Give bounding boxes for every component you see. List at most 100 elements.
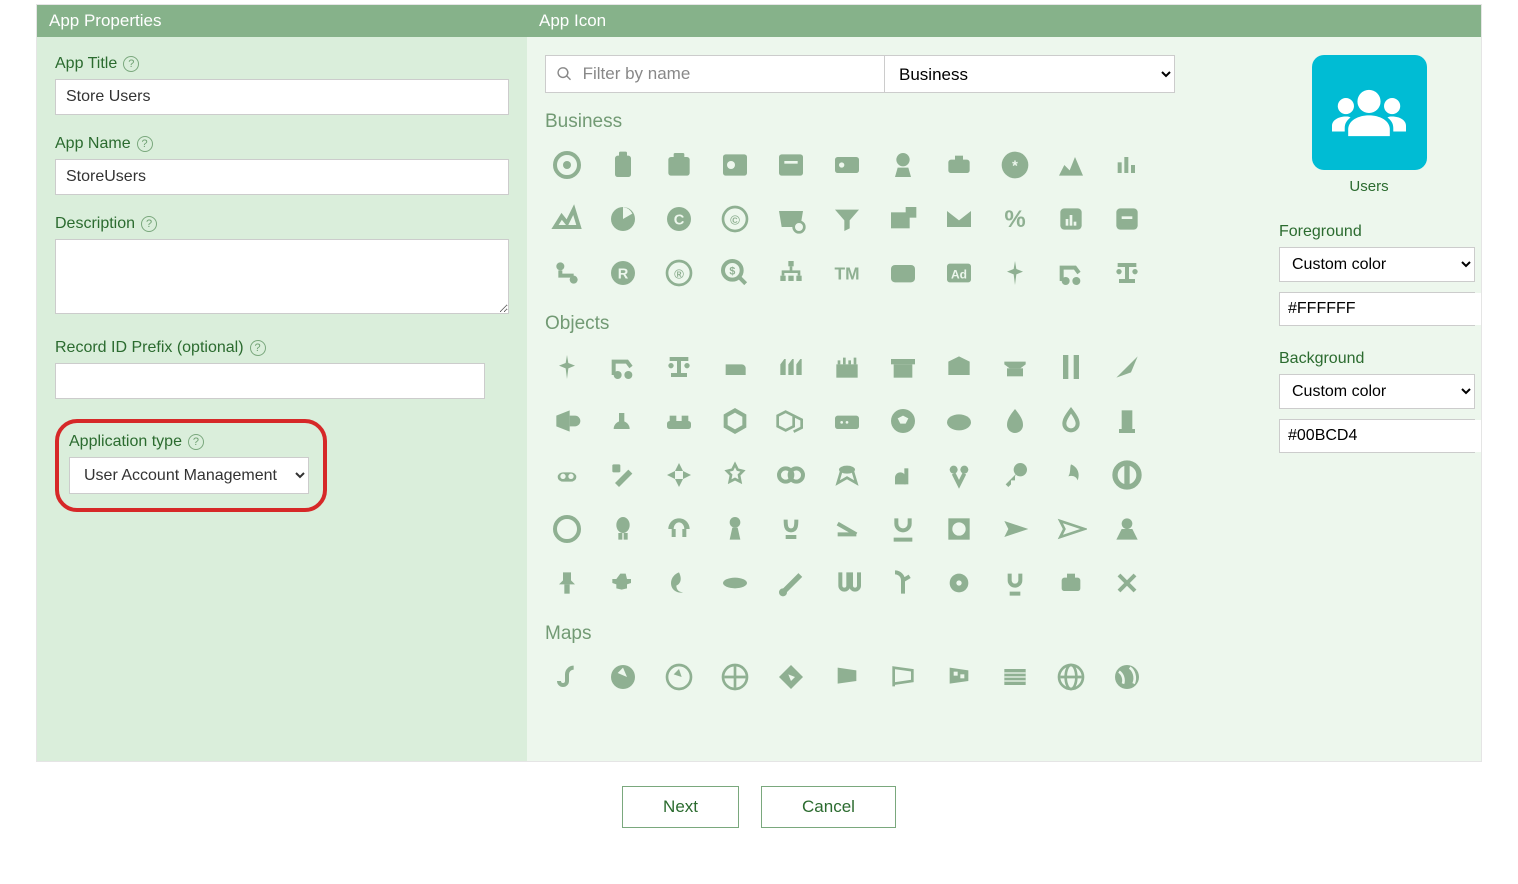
icon-choice[interactable] [601,453,645,497]
icon-choice[interactable] [1049,251,1093,295]
icon-choice[interactable] [601,345,645,389]
help-icon[interactable]: ? [123,56,139,72]
icon-choice[interactable] [993,399,1037,443]
icon-choice[interactable] [825,143,869,187]
help-icon[interactable]: ? [141,216,157,232]
icon-choice[interactable] [825,345,869,389]
icon-choice[interactable] [769,399,813,443]
icon-choice[interactable] [1049,399,1093,443]
icon-choice[interactable] [993,345,1037,389]
icon-choice[interactable] [881,345,925,389]
icon-choice[interactable] [825,197,869,241]
background-select[interactable]: Custom color [1279,374,1475,409]
icon-choice[interactable] [1049,197,1093,241]
icon-choice[interactable] [825,655,869,699]
icon-category-select[interactable]: Business [884,56,1174,92]
icon-choice[interactable] [1105,251,1149,295]
icon-choice[interactable] [937,507,981,551]
icon-choice[interactable] [769,197,813,241]
icon-choice[interactable] [937,197,981,241]
icon-choice[interactable] [601,143,645,187]
icon-choice[interactable] [881,143,925,187]
icon-choice[interactable] [713,561,757,605]
help-icon[interactable]: ? [188,434,204,450]
icon-choice[interactable] [769,251,813,295]
record-id-input[interactable] [55,363,485,399]
icon-choice[interactable] [993,453,1037,497]
icon-choice[interactable] [769,345,813,389]
app-title-input[interactable] [55,79,509,115]
icon-choice[interactable]: $ [713,251,757,295]
icon-choice[interactable] [825,453,869,497]
icon-choice[interactable] [601,561,645,605]
icon-choice[interactable]: Ad [937,251,981,295]
icon-choice[interactable] [657,399,701,443]
icon-choice[interactable] [713,399,757,443]
icon-choice[interactable] [1049,453,1093,497]
icon-choice[interactable] [769,143,813,187]
icon-choice[interactable] [769,507,813,551]
description-input[interactable] [55,239,509,314]
icon-choice[interactable] [713,655,757,699]
icon-choice[interactable] [545,561,589,605]
help-icon[interactable]: ? [137,136,153,152]
icon-choice[interactable] [657,507,701,551]
icon-choice[interactable] [769,655,813,699]
help-icon[interactable]: ? [250,340,266,356]
icon-choice[interactable] [825,507,869,551]
icon-choice[interactable] [545,251,589,295]
icon-choice[interactable] [713,453,757,497]
icon-choice[interactable] [881,399,925,443]
icon-choice[interactable] [1049,143,1093,187]
app-name-input[interactable] [55,159,509,195]
icon-choice[interactable] [1049,561,1093,605]
icon-choice[interactable]: * [993,143,1037,187]
icon-choice[interactable] [937,655,981,699]
icon-choice[interactable] [601,399,645,443]
icon-choice[interactable] [881,197,925,241]
icon-choice[interactable] [657,561,701,605]
icon-choice[interactable]: C [657,197,701,241]
icon-choice[interactable] [881,655,925,699]
icon-filter-input[interactable] [581,63,874,85]
icon-choice[interactable] [713,143,757,187]
icon-choice[interactable] [601,655,645,699]
icon-choice[interactable] [657,453,701,497]
icon-choice[interactable] [601,507,645,551]
icon-choice[interactable] [769,453,813,497]
icon-choice[interactable] [601,197,645,241]
icon-choice[interactable] [545,197,589,241]
cancel-button[interactable]: Cancel [761,786,896,828]
icon-choice[interactable] [881,561,925,605]
icon-choice[interactable] [1049,345,1093,389]
icon-choice[interactable] [1105,399,1149,443]
icon-choice[interactable] [993,251,1037,295]
application-type-select[interactable]: User Account Management [69,457,309,494]
icon-choice[interactable]: R [601,251,645,295]
next-button[interactable]: Next [622,786,739,828]
icon-choice[interactable] [545,143,589,187]
icon-choice[interactable] [937,453,981,497]
icon-choice[interactable] [769,561,813,605]
icon-choice[interactable] [1105,507,1149,551]
icon-choice[interactable] [937,399,981,443]
background-hex-input[interactable] [1280,420,1481,452]
icon-choice[interactable] [881,251,925,295]
icon-choice[interactable]: ® [657,251,701,295]
icon-choice[interactable] [881,453,925,497]
icon-choice[interactable] [713,345,757,389]
icon-choice[interactable] [1105,655,1149,699]
icon-choice[interactable]: TM [825,251,869,295]
icon-choice[interactable] [937,345,981,389]
icon-choice[interactable] [1049,655,1093,699]
icon-choice[interactable]: © [713,197,757,241]
icon-choice[interactable] [937,561,981,605]
icon-choice[interactable]: % [993,197,1037,241]
icon-choice[interactable] [545,507,589,551]
icon-choice[interactable] [657,345,701,389]
icon-choice[interactable] [545,453,589,497]
icon-choice[interactable] [1049,507,1093,551]
icon-choice[interactable] [937,143,981,187]
icon-choice[interactable] [713,507,757,551]
icon-choice[interactable] [1105,143,1149,187]
